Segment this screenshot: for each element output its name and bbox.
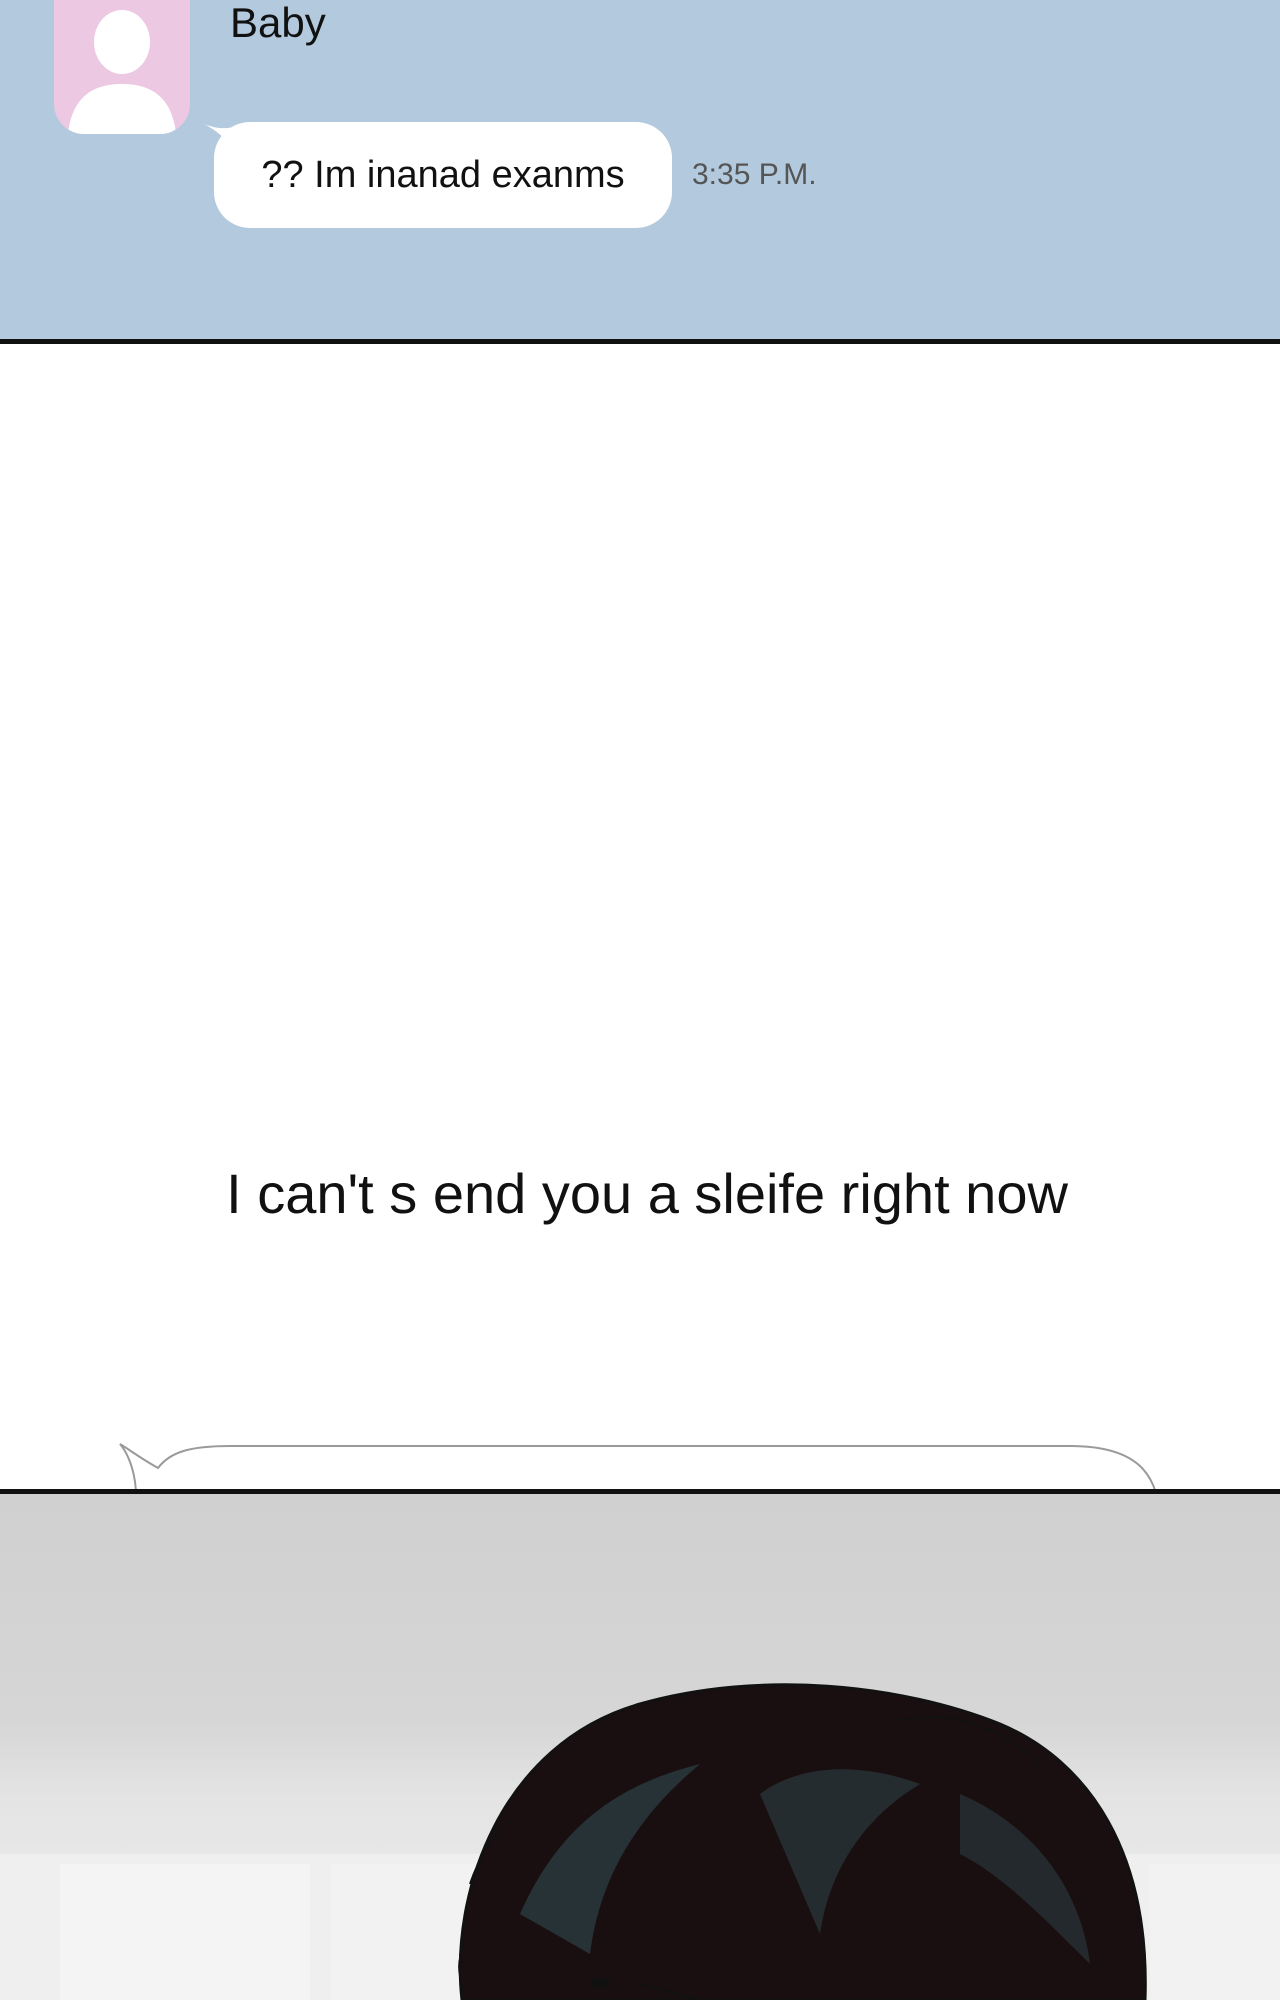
speech-bubble-text: I can't s end you a sleife right now bbox=[226, 1161, 1068, 1225]
person-silhouette-icon bbox=[68, 10, 176, 134]
chat-message-text: ?? Im inanad exanms bbox=[261, 153, 625, 196]
illustration-panel bbox=[0, 1494, 1280, 2000]
contact-avatar bbox=[54, 0, 190, 134]
character-illustration bbox=[0, 1683, 1280, 2000]
message-timestamp: 3:35 P.M. bbox=[692, 158, 817, 191]
comic-page: Baby ?? Im inanad exanms 3:35 P.M. I can… bbox=[0, 0, 1280, 2000]
contact-name: Baby bbox=[230, 0, 326, 46]
chat-message-bubble[interactable]: ?? Im inanad exanms bbox=[214, 122, 672, 228]
chat-panel: Baby ?? Im inanad exanms 3:35 P.M. bbox=[0, 0, 1280, 340]
speech-panel: I can't s end you a sleife right now bbox=[0, 344, 1280, 1633]
